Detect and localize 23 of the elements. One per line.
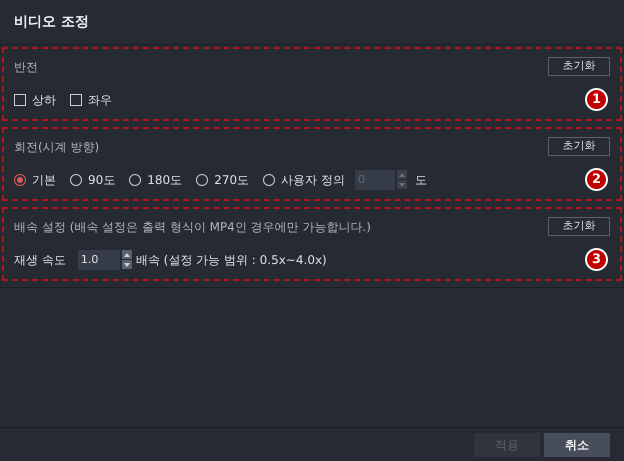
reset-button[interactable]: 초기화 (548, 137, 610, 156)
radio-option[interactable]: 사용자 정의 (263, 170, 345, 188)
unit-label: 도 (414, 172, 427, 188)
speed-label: 재생 속도 (14, 252, 66, 268)
section-title: 반전 (14, 58, 38, 76)
dialog-button[interactable]: 취소 (544, 432, 610, 456)
section-title: 회전(시계 방향) (14, 138, 100, 156)
speed-field[interactable]: 1.0 (78, 250, 120, 270)
section-title: 배속 설정 (배속 설정은 출력 형식이 MP4인 경우에만 가능합니다.) (14, 218, 371, 236)
window-title: 비디오 조정 (14, 12, 89, 32)
checkbox[interactable]: 좌우 (70, 90, 112, 108)
radio-option[interactable]: 180도 (129, 170, 182, 188)
radio-option[interactable]: 기본 (14, 170, 56, 188)
spinner-buttons[interactable] (122, 250, 132, 269)
radio-option[interactable]: 90도 (70, 170, 116, 188)
number-badge: 3 (585, 248, 608, 271)
radio-option[interactable]: 270도 (196, 170, 250, 188)
reset-button[interactable]: 초기화 (548, 217, 610, 236)
reset-button[interactable]: 초기화 (548, 57, 610, 76)
checkbox[interactable]: 상하 (14, 90, 56, 108)
speed-hint: 배속 (설정 가능 범위 : 0.5x~4.0x) (136, 252, 327, 268)
number-badge: 2 (585, 168, 608, 191)
number-badge: 1 (585, 88, 608, 111)
